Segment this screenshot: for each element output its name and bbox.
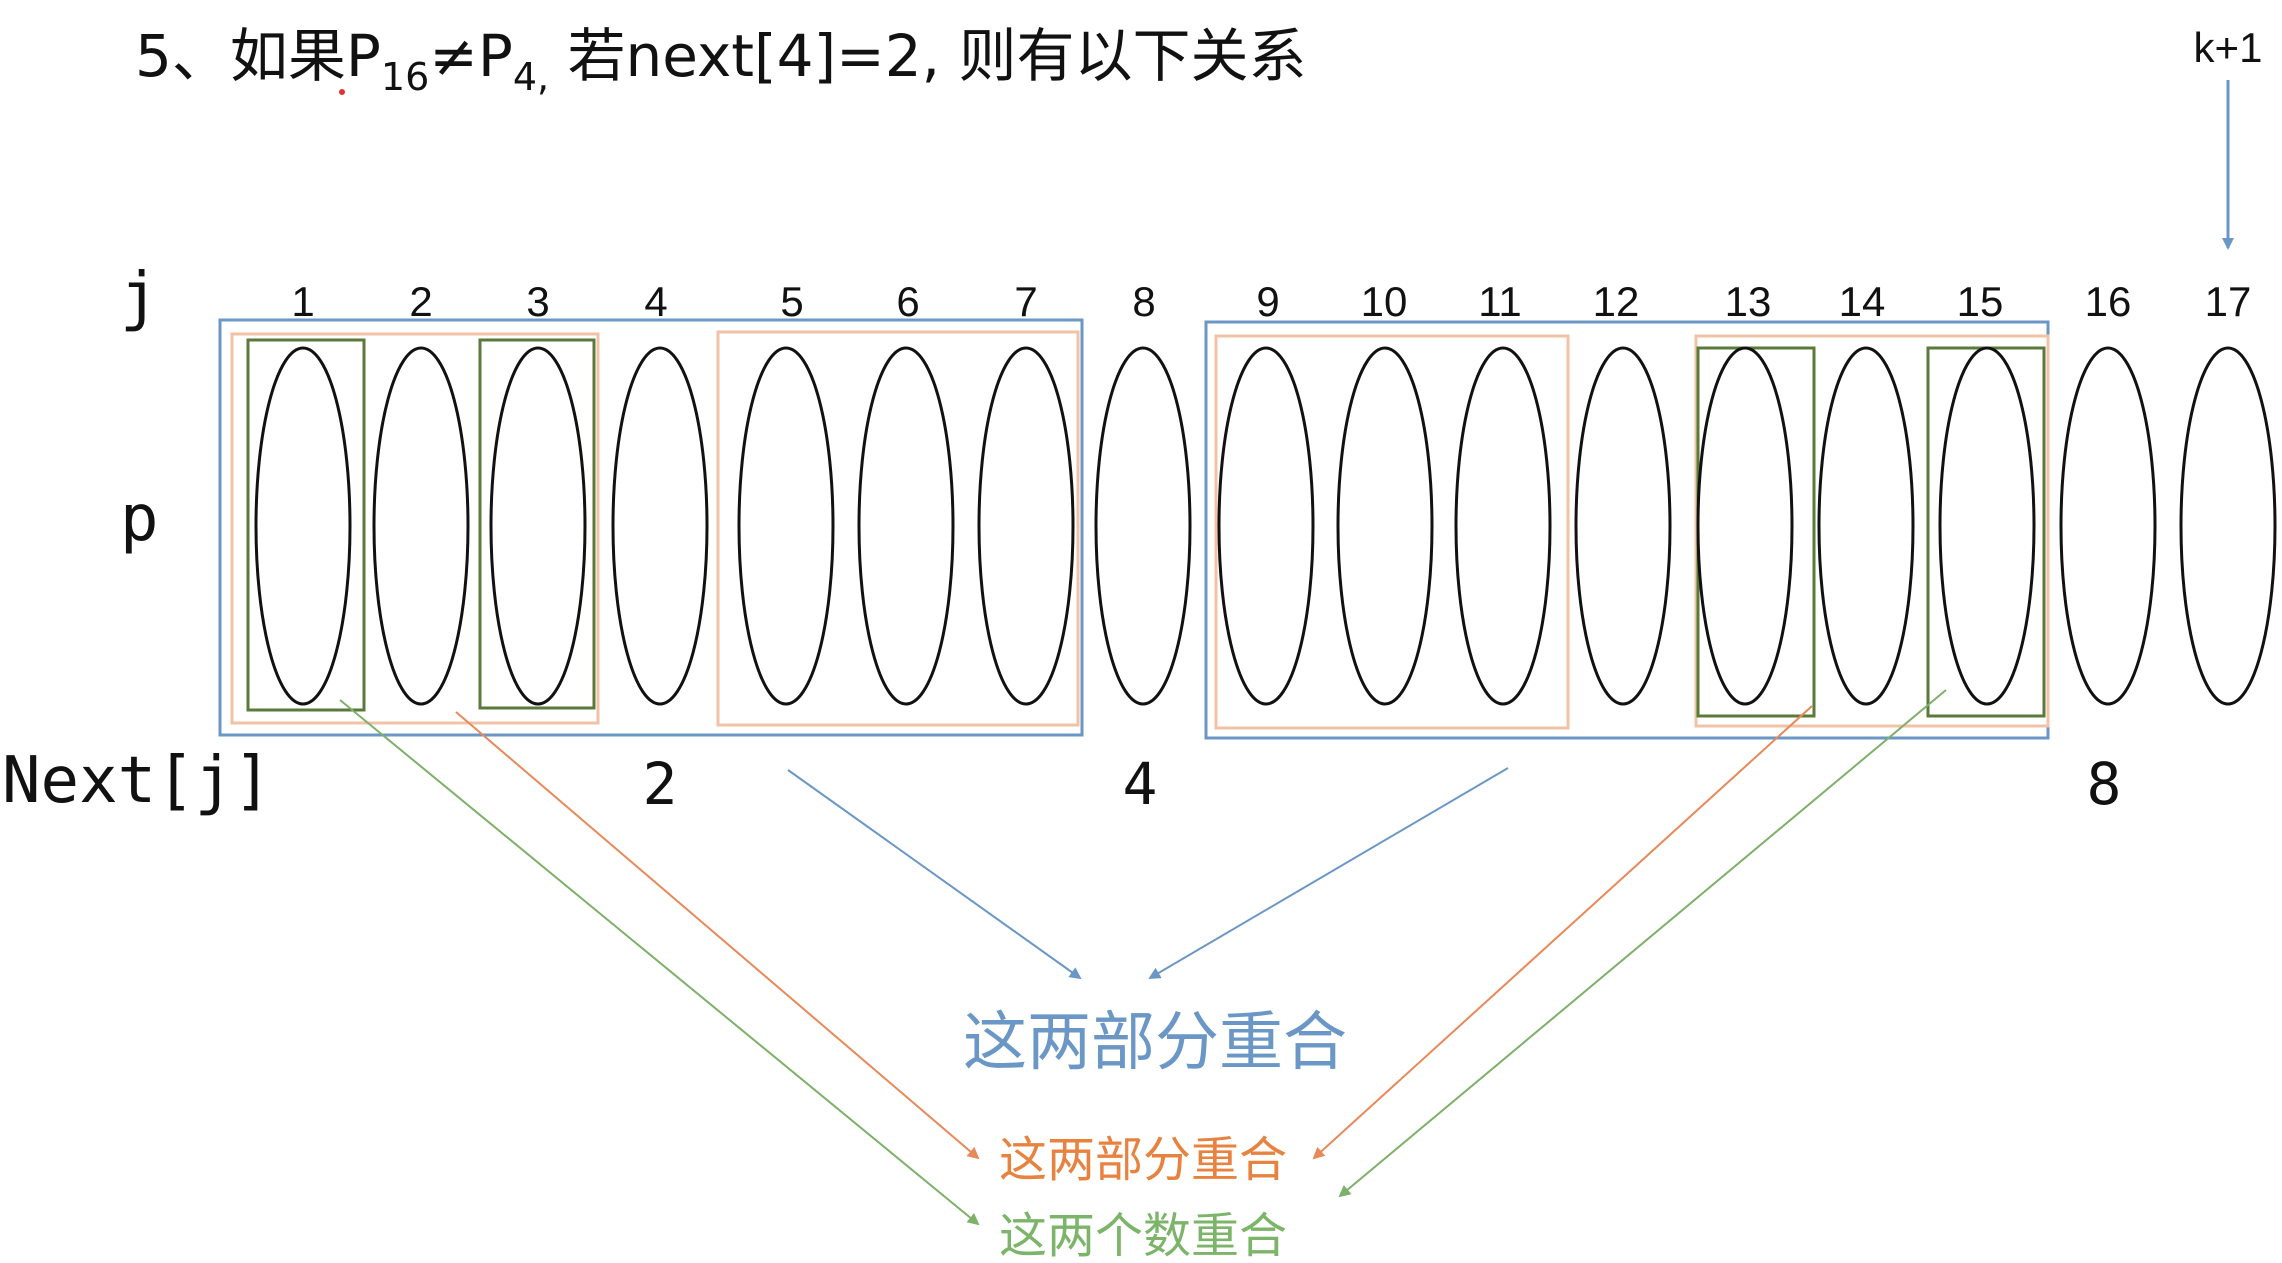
kmp-diagram: 5、如果P16≠P4, 若next[4]=2, 则有以下关系 k+1 j p N… — [2, 22, 2277, 1263]
note-blue: 这两部分重合 — [963, 1006, 1347, 1080]
index-label-row: 1 2 3 4 5 6 7 8 9 10 11 12 13 14 15 16 17 — [291, 278, 2251, 325]
orange-box-1-3 — [230, 332, 600, 725]
slide-title: 5、如果P16≠P4, 若next[4]=2, 则有以下关系 — [135, 22, 1307, 99]
row-label-j: j — [120, 260, 159, 334]
next-value-2: 2 — [643, 750, 678, 818]
orange-arrow-right — [1312, 705, 1813, 1160]
index-label-5: 5 — [780, 278, 803, 325]
index-label-9: 9 — [1256, 278, 1279, 325]
next-value-row: 2 4 8 — [643, 750, 2122, 818]
index-label-16: 16 — [2085, 278, 2132, 325]
pattern-cell-12 — [1574, 346, 1672, 706]
pattern-cell-14 — [1817, 346, 1915, 706]
pattern-cell-3 — [489, 346, 587, 706]
index-label-2: 2 — [409, 278, 432, 325]
pattern-cell-6 — [857, 346, 955, 706]
index-label-17: 17 — [2205, 278, 2252, 325]
pattern-cell-11 — [1454, 346, 1552, 706]
note-green: 这两个数重合 — [999, 1208, 1287, 1263]
title-prefix: 5、如果P — [135, 22, 381, 90]
row-label-next: Next[j] — [2, 744, 272, 818]
index-label-12: 12 — [1593, 278, 1640, 325]
green-box-3 — [478, 338, 596, 710]
pattern-cell-13 — [1696, 346, 1794, 706]
pattern-cell-16 — [2059, 346, 2157, 706]
index-label-1: 1 — [291, 278, 314, 325]
note-orange: 这两部分重合 — [999, 1132, 1287, 1188]
index-label-15: 15 — [1957, 278, 2004, 325]
index-label-4: 4 — [644, 278, 667, 325]
pattern-cell-7 — [977, 346, 1075, 706]
pattern-cell-1 — [254, 346, 352, 706]
orange-box-13-15 — [1694, 334, 2050, 728]
title-suffix: 若next[4]=2, 则有以下关系 — [549, 22, 1306, 90]
blue-box-right — [1204, 320, 2050, 740]
green-box-1 — [246, 338, 366, 712]
index-label-10: 10 — [1361, 278, 1408, 325]
index-label-13: 13 — [1725, 278, 1772, 325]
pattern-cell-9 — [1217, 346, 1315, 706]
index-label-6: 6 — [896, 278, 919, 325]
pattern-cell-17 — [2179, 346, 2277, 706]
pattern-cell-2 — [372, 346, 470, 706]
index-label-14: 14 — [1839, 278, 1886, 325]
pattern-cell-5 — [737, 346, 835, 706]
index-label-11: 11 — [1478, 278, 1522, 325]
green-arrow-right — [1338, 689, 1947, 1198]
pattern-cell-10 — [1336, 346, 1434, 706]
pattern-cells — [254, 346, 2277, 706]
pattern-cell-15 — [1938, 346, 2036, 706]
pattern-cell-8 — [1094, 346, 1192, 706]
green-box-15 — [1926, 346, 2046, 718]
pointer-label: k+1 — [2194, 24, 2263, 71]
index-label-8: 8 — [1132, 278, 1155, 325]
red-dot-mark — [339, 89, 345, 95]
index-label-3: 3 — [526, 278, 549, 325]
orange-box-9-11 — [1214, 334, 1570, 730]
title-sub-16: 16 — [381, 55, 429, 99]
orange-arrow-left — [455, 711, 980, 1160]
pattern-cell-4 — [611, 346, 709, 706]
next-value-4: 4 — [1123, 750, 1158, 818]
title-sub-4: 4, — [513, 55, 549, 99]
row-label-p: p — [120, 482, 159, 556]
blue-arrow-right — [1148, 767, 1509, 980]
blue-arrow-left — [787, 769, 1082, 980]
orange-box-5-7 — [716, 330, 1080, 727]
index-label-7: 7 — [1014, 278, 1037, 325]
next-value-8: 8 — [2087, 750, 2122, 818]
title-neq: ≠P — [429, 22, 513, 90]
